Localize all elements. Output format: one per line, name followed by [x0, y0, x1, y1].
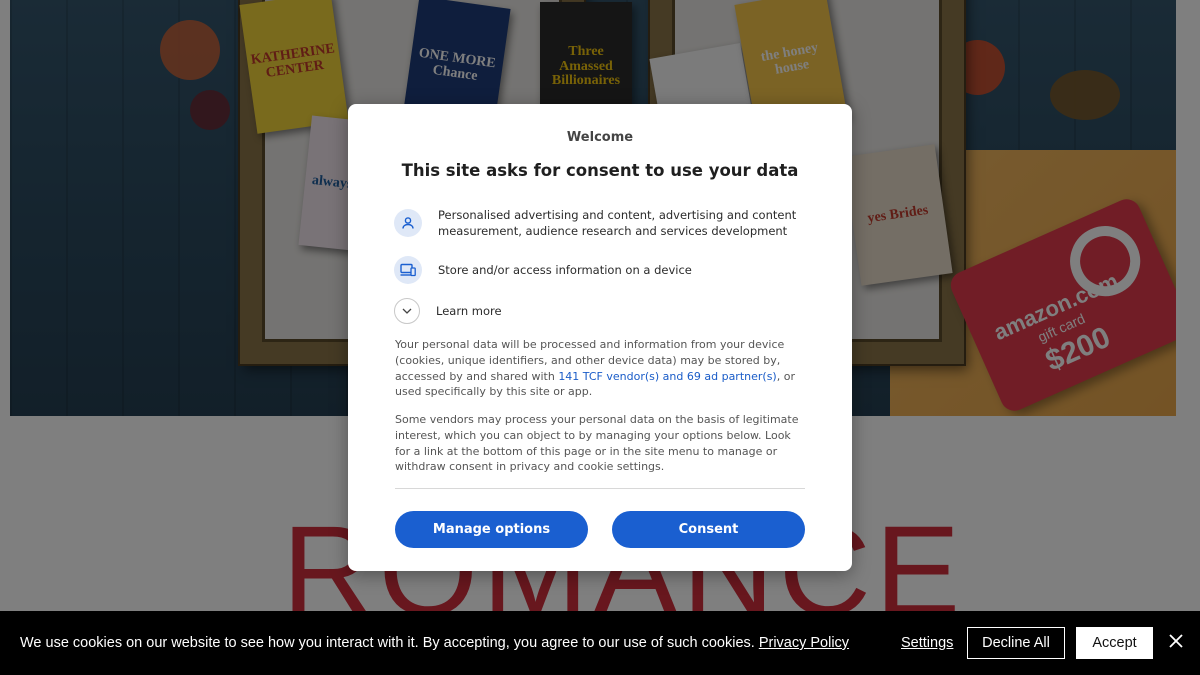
dialog-welcome: Welcome: [566, 130, 634, 145]
chevron-down-icon[interactable]: [394, 298, 420, 324]
accept-button[interactable]: Accept: [1076, 627, 1153, 659]
learn-more-toggle[interactable]: Learn more: [394, 298, 806, 324]
purpose-item: Store and/or access information on a dev…: [394, 256, 808, 284]
purpose-text: Personalised advertising and content, ad…: [438, 208, 797, 238]
privacy-policy-link[interactable]: Privacy Policy: [759, 635, 849, 651]
close-icon[interactable]: [1166, 631, 1186, 651]
consent-paragraph-1: Your personal data will be processed and…: [395, 337, 805, 400]
vendors-link[interactable]: 141 TCF vendor(s) and 69 ad partner(s): [558, 370, 776, 383]
manage-options-button[interactable]: Manage options: [395, 511, 588, 548]
cookie-message-text: We use cookies on our website to see how…: [20, 635, 755, 651]
learn-more-label[interactable]: Learn more: [436, 303, 806, 319]
person-icon: [394, 209, 422, 237]
cookie-settings-link[interactable]: Settings: [901, 635, 953, 651]
consent-button[interactable]: Consent: [612, 511, 805, 548]
purpose-item: Personalised advertising and content, ad…: [394, 207, 808, 239]
cookie-banner: We use cookies on our website to see how…: [0, 611, 1200, 675]
purpose-text: Store and/or access information on a dev…: [438, 263, 692, 277]
devices-icon: [394, 256, 422, 284]
cookie-message: We use cookies on our website to see how…: [20, 635, 849, 651]
decline-all-button[interactable]: Decline All: [967, 627, 1065, 659]
divider: [395, 488, 805, 489]
consent-paragraph-2: Some vendors may process your personal d…: [395, 413, 799, 474]
consent-dialog: Welcome This site asks for consent to us…: [348, 104, 852, 571]
dialog-headline: This site asks for consent to use your d…: [401, 161, 799, 180]
